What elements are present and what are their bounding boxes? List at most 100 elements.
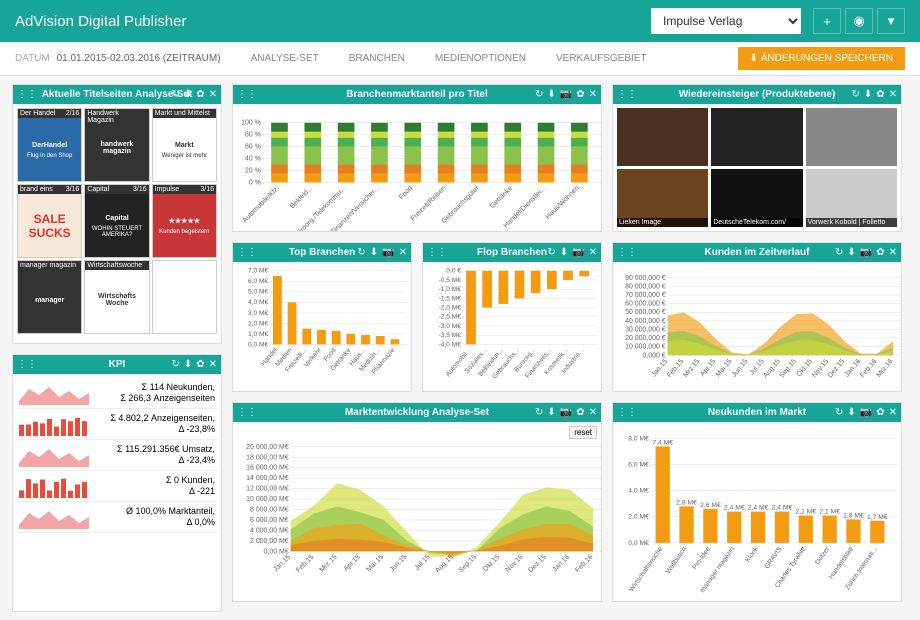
kpi-row: Σ 0 Kunden,Δ -221 <box>17 471 217 502</box>
ad-thumbnail[interactable]: DeutscheTelekom.com/ <box>711 169 802 227</box>
gear-icon[interactable]: ✿ <box>196 89 204 100</box>
gear-icon[interactable]: ✿ <box>876 89 884 100</box>
drag-handle-icon[interactable]: ⋮⋮ <box>17 89 37 100</box>
svg-text:-3,5 M€: -3,5 M€ <box>439 332 462 339</box>
ad-thumbnail[interactable] <box>711 108 802 166</box>
magazine-cover[interactable]: Markt und MittelstMarktWeniger ist mehr <box>152 108 217 182</box>
download-icon[interactable]: ⬇ <box>184 89 192 100</box>
download-icon[interactable]: ⬇ <box>370 247 378 258</box>
refresh-icon[interactable]: ↻ <box>171 359 179 370</box>
add-button[interactable]: + <box>813 8 841 34</box>
close-icon[interactable]: ✕ <box>589 89 597 100</box>
panel-title: Marktentwicklung Analyse-Set <box>345 407 489 418</box>
refresh-icon[interactable]: ↻ <box>835 247 843 258</box>
svg-text:Bekleid...: Bekleid... <box>289 185 314 210</box>
svg-text:-1,0 M€: -1,0 M€ <box>439 286 462 293</box>
panel-kpi: ⋮⋮ KPI ↻ ⬇ ✿ ✕ Σ 114 Neukunden,Σ 266,3 A… <box>12 354 222 612</box>
drag-handle-icon[interactable]: ⋮⋮ <box>237 407 257 418</box>
magazine-cover[interactable]: manager magazinmanager <box>17 260 82 334</box>
filter-datum[interactable]: DATUM 01.01.2015-02.03.2016 (ZEITRAUM) <box>15 53 221 64</box>
refresh-icon[interactable]: ↻ <box>547 247 555 258</box>
filter-branchen[interactable]: BRANCHEN <box>349 53 405 64</box>
ad-thumbnail[interactable] <box>617 108 708 166</box>
ad-thumbnail[interactable]: Vorwerk Kobold | Folletto <box>806 169 897 227</box>
close-icon[interactable]: ✕ <box>889 89 897 100</box>
drag-handle-icon[interactable]: ⋮⋮ <box>617 407 637 418</box>
refresh-icon[interactable]: ↻ <box>535 89 543 100</box>
drag-handle-icon[interactable]: ⋮⋮ <box>237 247 257 258</box>
close-icon[interactable]: ✕ <box>209 89 217 100</box>
camera-icon[interactable]: 📷 <box>560 89 572 100</box>
ad-thumbnail[interactable]: Lieken Image <box>617 169 708 227</box>
publisher-select[interactable]: Impulse Verlag <box>651 8 801 34</box>
svg-text:1,0 M€: 1,0 M€ <box>248 331 269 338</box>
area-chart: 0,000 €10 000,000 €20 000,000 €30 000,00… <box>613 262 901 391</box>
download-icon[interactable]: ⬇ <box>184 359 192 370</box>
close-icon[interactable]: ✕ <box>889 247 897 258</box>
svg-text:Haus/Wohnen: Haus/Wohnen <box>545 185 581 221</box>
magazine-cover[interactable]: WirtschaftswocheWirtschafts Woche <box>84 260 149 334</box>
drag-handle-icon[interactable]: ⋮⋮ <box>17 359 37 370</box>
filter-verkaufsgebiet[interactable]: VERKAUFSGEBIET <box>556 53 647 64</box>
svg-text:6,0 M€: 6,0 M€ <box>628 462 649 469</box>
magazine-cover[interactable]: Handwerk Magazinhandwerk magazin <box>84 108 149 182</box>
gear-icon[interactable]: ✿ <box>196 359 204 370</box>
camera-icon[interactable]: 📷 <box>860 407 872 418</box>
gear-icon[interactable]: ✿ <box>876 407 884 418</box>
magazine-cover[interactable]: brand eins3/16SALE SUCKS <box>17 184 82 258</box>
close-icon[interactable]: ✕ <box>209 359 217 370</box>
drag-handle-icon[interactable]: ⋮⋮ <box>617 247 637 258</box>
gear-icon[interactable]: ✿ <box>576 407 584 418</box>
svg-text:Okt.15: Okt.15 <box>482 554 502 574</box>
magazine-cover[interactable] <box>152 260 217 334</box>
refresh-icon[interactable]: ↻ <box>535 407 543 418</box>
ad-thumbnail[interactable] <box>806 108 897 166</box>
drag-handle-icon[interactable]: ⋮⋮ <box>237 89 257 100</box>
filter-medienoptionen[interactable]: MEDIENOPTIONEN <box>435 53 526 64</box>
download-icon[interactable]: ⬇ <box>847 407 855 418</box>
refresh-icon[interactable]: ↻ <box>171 89 179 100</box>
gear-icon[interactable]: ✿ <box>876 247 884 258</box>
refresh-icon[interactable]: ↻ <box>835 407 843 418</box>
download-icon[interactable]: ⬇ <box>864 89 872 100</box>
close-icon[interactable]: ✕ <box>399 247 407 258</box>
magazine-cover[interactable]: Der Handel2/16DerHandelFlug in den Shop <box>17 108 82 182</box>
svg-text:0,000 €: 0,000 € <box>642 352 665 359</box>
svg-text:-3,0 M€: -3,0 M€ <box>439 323 462 330</box>
camera-icon[interactable]: 📷 <box>572 247 584 258</box>
svg-text:1,8 M€: 1,8 M€ <box>843 512 864 519</box>
download-icon[interactable]: ⬇ <box>547 89 555 100</box>
download-icon[interactable]: ⬇ <box>847 247 855 258</box>
reset-button[interactable]: reset <box>569 426 597 439</box>
svg-text:Feb.16: Feb.16 <box>859 358 878 379</box>
svg-text:12 000,00 M€: 12 000,00 M€ <box>246 486 289 493</box>
bar-chart: 0,0 M€1,0 M€2,0 M€3,0 M€4,0 M€5,0 M€6,0 … <box>237 266 407 387</box>
svg-text:Handelsblatt: Handelsblatt <box>828 546 855 581</box>
download-icon[interactable]: ⬇ <box>547 407 555 418</box>
svg-text:0,0 M€: 0,0 M€ <box>628 540 649 547</box>
drag-handle-icon[interactable]: ⋮⋮ <box>427 247 447 258</box>
save-button[interactable]: ⬇ ÄNDERUNGEN SPEICHERN <box>738 47 905 70</box>
camera-icon[interactable]: 📷 <box>560 407 572 418</box>
svg-text:2,4 M€: 2,4 M€ <box>724 505 745 512</box>
camera-icon[interactable]: 📷 <box>860 247 872 258</box>
svg-text:20 000,00 M€: 20 000,00 M€ <box>246 444 289 451</box>
dashboard-icon[interactable]: ◉ <box>845 8 873 34</box>
close-icon[interactable]: ✕ <box>889 407 897 418</box>
refresh-icon[interactable]: ↻ <box>851 89 859 100</box>
magazine-cover[interactable]: Impulse3/16★★★★★Kunden begeistern <box>152 184 217 258</box>
panel-flop-branchen: ⋮⋮ Flop Branchen ↻ ⬇ 📷 ✕ 0,0 €-0,5 M€-1,… <box>422 242 602 392</box>
close-icon[interactable]: ✕ <box>589 247 597 258</box>
drag-handle-icon[interactable]: ⋮⋮ <box>617 89 637 100</box>
filter-analyse-set[interactable]: ANALYSE-SET <box>251 53 319 64</box>
svg-text:Automobile/Kfz.: Automobile/Kfz. <box>242 185 281 224</box>
magazine-cover[interactable]: Capital3/16CapitalWOHIN STEUERT AMERIKA? <box>84 184 149 258</box>
camera-icon[interactable]: 📷 <box>382 247 394 258</box>
gear-icon[interactable]: ✿ <box>576 89 584 100</box>
download-icon[interactable]: ⬇ <box>560 247 568 258</box>
svg-text:7,0 M€: 7,0 M€ <box>248 268 269 275</box>
close-icon[interactable]: ✕ <box>589 407 597 418</box>
user-menu[interactable]: ▾ <box>877 8 905 34</box>
refresh-icon[interactable]: ↻ <box>357 247 365 258</box>
svg-text:Aug.15: Aug.15 <box>434 554 455 575</box>
